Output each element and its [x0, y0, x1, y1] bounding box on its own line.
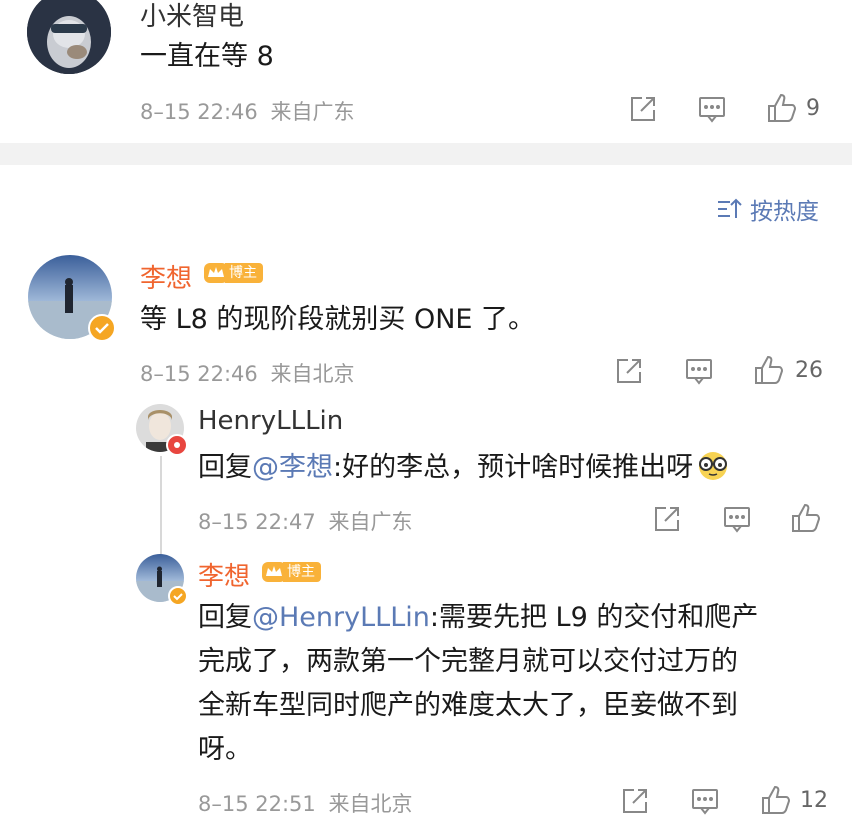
- like-icon[interactable]: [760, 784, 791, 814]
- comment-meta: 8–15 22:46 来自广东: [140, 96, 354, 126]
- mention-link[interactable]: @李想: [252, 452, 333, 483]
- verified-badge: [88, 314, 116, 342]
- like-count: 9: [806, 96, 820, 121]
- comment-icon[interactable]: [722, 504, 752, 534]
- sort-toggle[interactable]: 按热度: [716, 192, 819, 226]
- reply-text-line: 回复@HenryLLLin:需要先把 L9 的交付和爬产: [198, 596, 758, 640]
- comment-icon[interactable]: [690, 786, 720, 816]
- location: 来自北京: [328, 792, 413, 816]
- section-divider: [0, 143, 852, 165]
- reply-prefix: 回复: [198, 602, 252, 633]
- reply-prefix: 回复: [198, 452, 252, 483]
- timestamp: 8–15 22:46: [140, 100, 258, 124]
- location: 来自北京: [270, 362, 355, 386]
- reply-body: :好的李总，预计啥时候推出呀: [333, 452, 694, 483]
- share-icon[interactable]: [614, 356, 644, 386]
- comment-text: 等 L8 的现阶段就别买 ONE 了。: [140, 304, 536, 335]
- blogger-badge: 博主: [261, 559, 321, 585]
- like-icon[interactable]: [790, 502, 821, 532]
- share-icon[interactable]: [620, 786, 650, 816]
- like-count: 26: [795, 358, 823, 383]
- comment-meta: 8–15 22:46 来自北京: [140, 358, 354, 388]
- location: 来自广东: [270, 100, 355, 124]
- reply-text-line: 完成了，两款第一个完整月就可以交付过万的: [198, 646, 738, 677]
- comment-meta: 8–15 22:47 来自广东: [198, 506, 412, 536]
- glasses-emoji-icon: [695, 450, 731, 482]
- badge-label: 博主: [225, 263, 263, 283]
- avatar[interactable]: [27, 0, 111, 74]
- comment-icon[interactable]: [697, 94, 727, 124]
- reply-text-line: 呀。: [198, 734, 252, 765]
- author-name[interactable]: 李想: [198, 556, 250, 593]
- sort-label: 按热度: [750, 199, 819, 225]
- mention-link[interactable]: @HenryLLLin: [252, 602, 430, 633]
- reply-body: :需要先把 L9 的交付和爬产: [429, 602, 759, 633]
- author-name[interactable]: 小米智电: [140, 0, 244, 33]
- thread-line: [160, 456, 162, 558]
- badge-label: 博主: [283, 562, 321, 582]
- timestamp: 8–15 22:47: [198, 510, 316, 534]
- verified-badge: [168, 586, 188, 606]
- blogger-badge: 博主: [203, 260, 263, 286]
- reply-text-line: 全新车型同时爬产的难度太大了，臣妾做不到: [198, 690, 738, 721]
- author-name[interactable]: 李想: [140, 258, 192, 295]
- location: 来自广东: [328, 510, 413, 534]
- comment-text: 一直在等 8: [140, 41, 274, 72]
- like-icon[interactable]: [766, 92, 797, 122]
- timestamp: 8–15 22:51: [198, 792, 316, 816]
- author-name[interactable]: HenryLLLin: [198, 406, 343, 436]
- like-icon[interactable]: [753, 354, 784, 384]
- comment-meta: 8–15 22:51 来自北京: [198, 788, 412, 818]
- reply-text: 回复@李想:好的李总，预计啥时候推出呀: [198, 446, 731, 490]
- sort-icon: [716, 196, 742, 222]
- share-icon[interactable]: [628, 94, 658, 124]
- like-count: 12: [800, 788, 828, 813]
- comment-icon[interactable]: [684, 356, 714, 386]
- user-level-badge: [166, 434, 188, 456]
- timestamp: 8–15 22:46: [140, 362, 258, 386]
- share-icon[interactable]: [652, 504, 682, 534]
